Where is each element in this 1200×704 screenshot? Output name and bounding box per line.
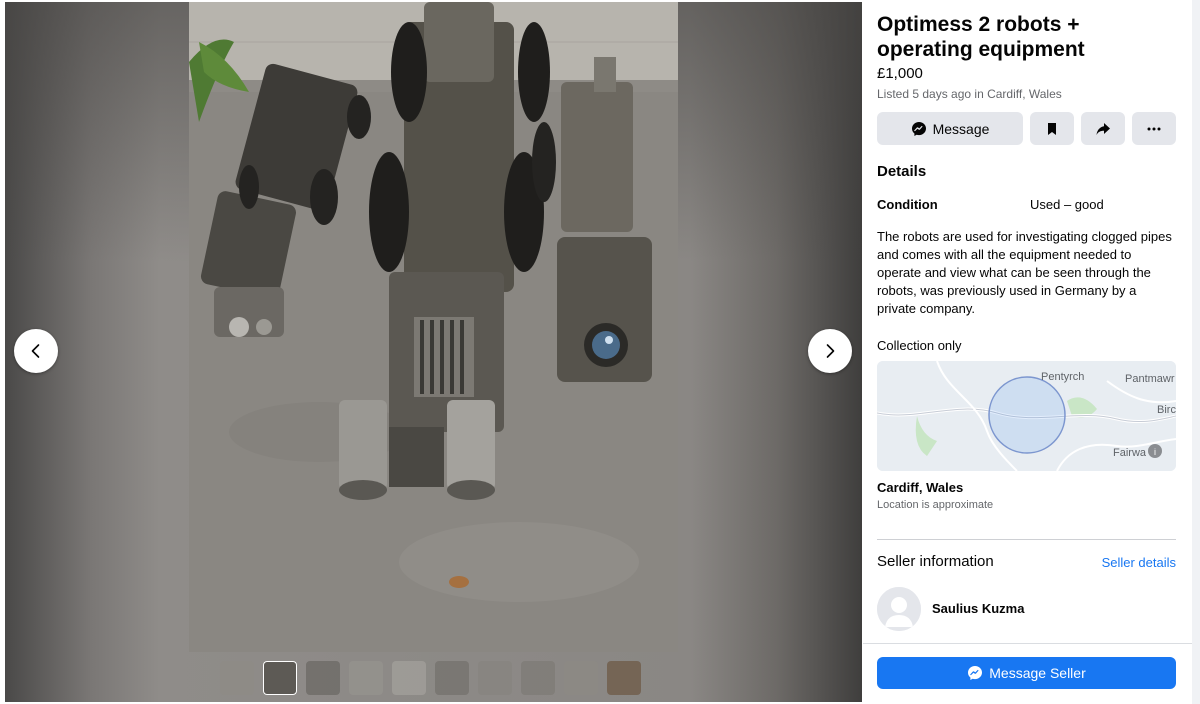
condition-label: Condition (877, 197, 938, 212)
footer-divider (863, 643, 1192, 644)
save-button[interactable] (1030, 112, 1074, 145)
listing-description: The robots are used for investigating cl… (877, 229, 1172, 316)
thumbnail[interactable] (306, 661, 340, 695)
message-button-label: Message (932, 120, 990, 137)
thumbnail[interactable] (220, 661, 254, 695)
bookmark-icon (1048, 122, 1056, 135)
listing-panel: Optimess 2 robots + operating equipment … (863, 0, 1192, 704)
location-map[interactable]: i Pentyrch Pantmawr Birc Fairwa (877, 361, 1176, 471)
listing-price: £1,000 (877, 65, 923, 82)
seller-avatar[interactable] (877, 587, 921, 631)
share-button[interactable] (1081, 112, 1125, 145)
thumbnail[interactable] (607, 661, 641, 695)
action-bar: Message (877, 112, 1176, 145)
default-avatar-icon (877, 587, 921, 631)
previous-photo-button[interactable] (14, 329, 58, 373)
seller-details-link[interactable]: Seller details (1102, 555, 1176, 570)
message-seller-label: Message Seller (989, 665, 1086, 681)
location-approx-note: Location is approximate (877, 499, 994, 511)
next-photo-button[interactable] (808, 329, 852, 373)
map-label-fairwa: Fairwa (1113, 447, 1147, 459)
map-label-pantmawr: Pantmawr (1125, 373, 1175, 385)
more-icon (1147, 127, 1161, 130)
section-divider (877, 539, 1176, 540)
thumbnail-active[interactable] (263, 661, 297, 695)
seller-name[interactable]: Saulius Kuzma (932, 601, 1024, 616)
media-viewer (5, 2, 862, 702)
listing-meta: Listed 5 days ago in Cardiff, Wales (877, 87, 1062, 101)
messenger-icon (968, 666, 983, 680)
listing-photo (189, 2, 678, 652)
thumbnail[interactable] (435, 661, 469, 695)
map-label-pentyrch: Pentyrch (1041, 371, 1085, 383)
message-seller-button[interactable]: Message Seller (877, 657, 1176, 689)
condition-value: Used – good (1030, 197, 1104, 212)
share-icon (1096, 122, 1110, 135)
page-edge (1192, 0, 1200, 704)
thumbnail[interactable] (392, 661, 426, 695)
thumbnail[interactable] (349, 661, 383, 695)
thumbnail[interactable] (564, 661, 598, 695)
seller-info-heading: Seller information (877, 553, 994, 570)
chevron-right-icon (826, 344, 835, 358)
location-city: Cardiff, Wales (877, 480, 964, 495)
chevron-left-icon (31, 344, 40, 358)
collection-note: Collection only (877, 338, 962, 353)
details-heading: Details (877, 163, 927, 180)
thumbnail[interactable] (521, 661, 555, 695)
map-label-birc: Birc (1157, 404, 1176, 416)
more-options-button[interactable] (1132, 112, 1176, 145)
message-button[interactable]: Message (877, 112, 1023, 145)
svg-text:i: i (1154, 447, 1156, 457)
listing-title: Optimess 2 robots + operating equipment (877, 13, 1085, 61)
thumbnail-strip (220, 661, 641, 695)
thumbnail[interactable] (478, 661, 512, 695)
messenger-icon (911, 121, 926, 136)
